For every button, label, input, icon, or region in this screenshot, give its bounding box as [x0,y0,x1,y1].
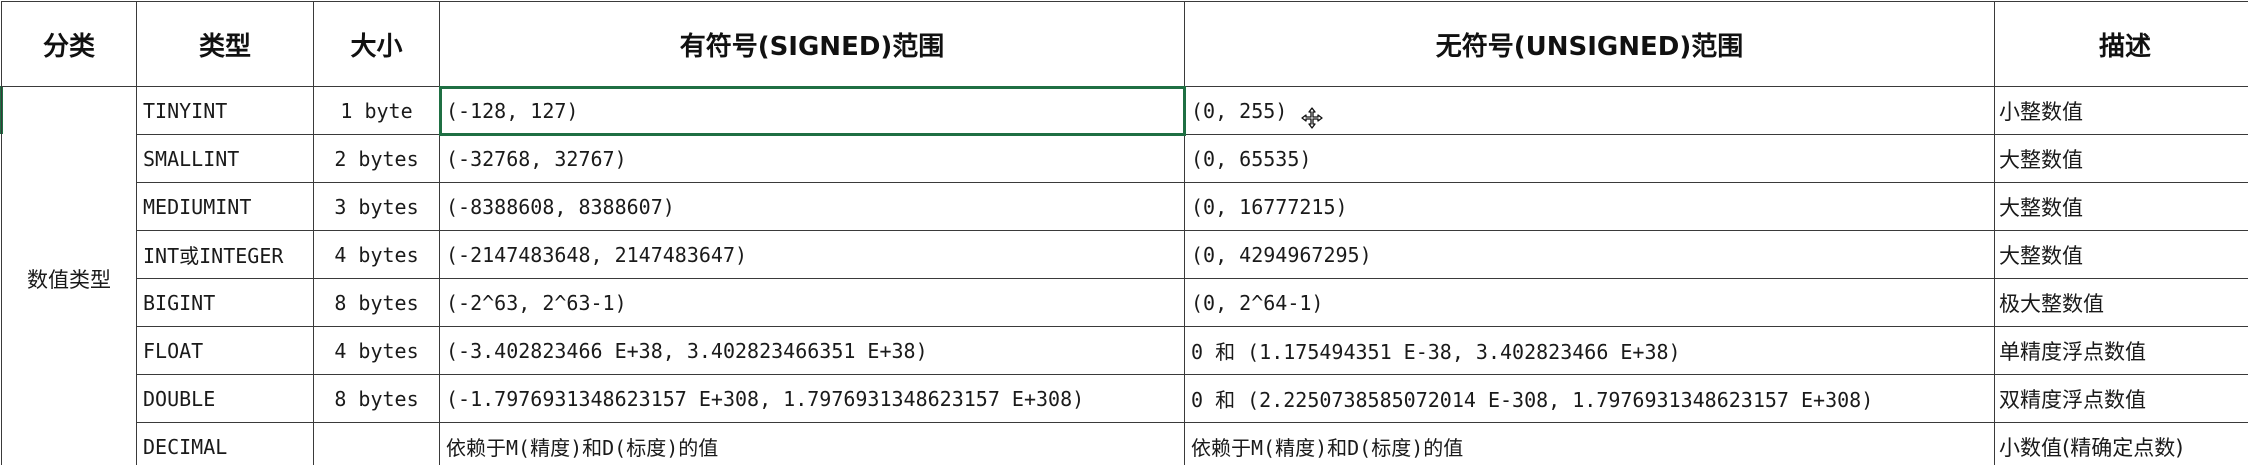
size-cell[interactable]: 8 bytes [313,374,440,423]
description-cell[interactable]: 双精度浮点数值 [1994,374,2248,423]
signed-range-cell[interactable]: (-32768, 32767) [439,134,1185,183]
header-row: 分类 类型 大小 有符号(SIGNED)范围 无符号(UNSIGNED)范围 描… [1,1,2248,87]
description-cell[interactable]: 大整数值 [1994,230,2248,279]
signed-range-cell[interactable]: (-1.7976931348623157 E+308, 1.7976931348… [439,374,1185,423]
header-size[interactable]: 大小 [313,1,440,87]
unsigned-range-cell[interactable]: 依赖于M(精度)和D(标度)的值 [1184,422,1995,465]
table-row: DECIMAL 依赖于M(精度)和D(标度)的值 依赖于M(精度)和D(标度)的… [2,422,2248,465]
signed-range-cell[interactable]: 依赖于M(精度)和D(标度)的值 [439,422,1185,465]
description-cell[interactable]: 小数值(精确定点数) [1994,422,2248,465]
signed-range-cell[interactable]: (-8388608, 8388607) [439,182,1185,231]
type-cell[interactable]: TINYINT [136,86,314,135]
table-row: SMALLINT 2 bytes (-32768, 32767) (0, 655… [2,134,2248,183]
header-category[interactable]: 分类 [1,1,137,87]
header-unsigned-range[interactable]: 无符号(UNSIGNED)范围 [1184,1,1995,87]
spreadsheet: 分类 类型 大小 有符号(SIGNED)范围 无符号(UNSIGNED)范围 描… [0,0,2248,465]
description-cell[interactable]: 单精度浮点数值 [1994,326,2248,375]
table-row: 数值类型 TINYINT 1 byte (-128, 127) (0, 255)… [1,85,2248,465]
unsigned-range-cell[interactable]: (0, 16777215) [1184,182,1995,231]
description-cell[interactable]: 小整数值 [1994,86,2248,135]
signed-range-cell[interactable]: (-2147483648, 2147483647) [439,230,1185,279]
size-cell[interactable]: 4 bytes [313,326,440,375]
size-cell[interactable]: 8 bytes [313,278,440,327]
unsigned-range-cell[interactable]: (0, 4294967295) [1184,230,1995,279]
signed-range-cell-selected[interactable]: (-128, 127) [438,85,1186,136]
type-cell[interactable]: FLOAT [136,326,314,375]
unsigned-range-cell[interactable]: 0 和 (2.2250738585072014 E-308, 1.7976931… [1184,374,1995,423]
unsigned-range-cell[interactable]: 0 和 (1.175494351 E-38, 3.402823466 E+38) [1184,326,1995,375]
size-cell[interactable]: 3 bytes [313,182,440,231]
type-cell[interactable]: DECIMAL [136,422,314,465]
size-cell[interactable]: 2 bytes [313,134,440,183]
description-cell[interactable]: 大整数值 [1994,134,2248,183]
header-description[interactable]: 描述 [1994,1,2248,87]
signed-range-cell[interactable]: (-2^63, 2^63-1) [439,278,1185,327]
data-types-table: 分类 类型 大小 有符号(SIGNED)范围 无符号(UNSIGNED)范围 描… [1,1,2248,465]
unsigned-range-cell[interactable]: (0, 2^64-1) [1184,278,1995,327]
size-cell[interactable] [313,422,440,465]
table-row: INT或INTEGER 4 bytes (-2147483648, 214748… [2,230,2248,279]
type-cell[interactable]: INT或INTEGER [136,230,314,279]
table-row: BIGINT 8 bytes (-2^63, 2^63-1) (0, 2^64-… [2,278,2248,327]
unsigned-range-cell[interactable]: (0, 65535) [1184,134,1995,183]
description-cell[interactable]: 极大整数值 [1994,278,2248,327]
description-cell[interactable]: 大整数值 [1994,182,2248,231]
table-row: DOUBLE 8 bytes (-1.7976931348623157 E+30… [2,374,2248,423]
size-cell[interactable]: 1 byte [313,86,440,135]
type-cell[interactable]: DOUBLE [136,374,314,423]
table-row: FLOAT 4 bytes (-3.402823466 E+38, 3.4028… [2,326,2248,375]
move-cursor-icon [1301,107,1323,129]
header-type[interactable]: 类型 [136,1,314,87]
type-cell[interactable]: SMALLINT [136,134,314,183]
type-cell[interactable]: BIGINT [136,278,314,327]
header-signed-range[interactable]: 有符号(SIGNED)范围 [439,1,1185,87]
type-cell[interactable]: MEDIUMINT [136,182,314,231]
category-cell[interactable]: 数值类型 [1,86,137,465]
size-cell[interactable]: 4 bytes [313,230,440,279]
signed-range-cell[interactable]: (-3.402823466 E+38, 3.402823466351 E+38) [439,326,1185,375]
table-row: MEDIUMINT 3 bytes (-8388608, 8388607) (0… [2,182,2248,231]
